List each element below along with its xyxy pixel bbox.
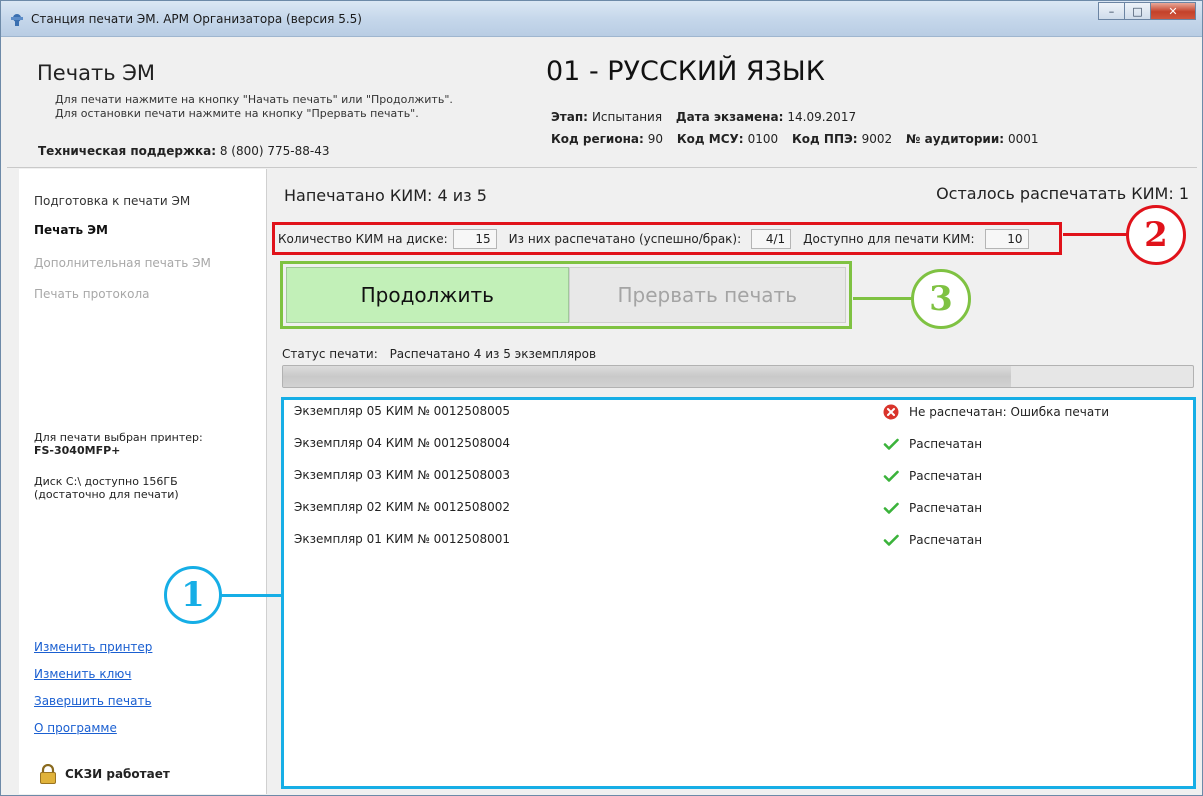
exam-date-label: Дата экзамена: [675, 110, 784, 124]
room-value: 0001 [1008, 132, 1039, 146]
copy-name: Экземпляр 03 КИМ № 0012508003 [294, 468, 510, 482]
copy-status: Распечатан [883, 500, 982, 516]
room-label: № аудитории: [905, 132, 1005, 146]
change-key-link[interactable]: Изменить ключ [34, 667, 131, 681]
copy-name: Экземпляр 05 КИМ № 0012508005 [294, 404, 510, 418]
print-progress-bar [282, 365, 1194, 388]
copy-name: Экземпляр 04 КИМ № 0012508004 [294, 436, 510, 450]
print-controls: Продолжить Прервать печать [280, 261, 852, 329]
exam-subject: 01 - РУССКИЙ ЯЗЫК [546, 56, 825, 87]
printed-counter-label: Из них распечатано (успешно/брак): [508, 231, 742, 246]
minimize-button[interactable]: – [1098, 2, 1125, 20]
copy-name: Экземпляр 01 КИМ № 0012508001 [294, 532, 510, 546]
disk-space: Диск C:\ доступно 156ГБ [34, 475, 178, 488]
copy-status-text: Распечатан [909, 469, 983, 483]
print-hint-line: Для остановки печати нажмите на кнопку "… [55, 107, 419, 120]
sidebar: Подготовка к печати ЭМ Печать ЭМ Дополни… [19, 169, 267, 794]
print-hint: Для печати нажмите на кнопку "Начать печ… [55, 93, 453, 121]
skzi-status: СКЗИ работает [39, 764, 170, 784]
progress-fill [283, 366, 1011, 387]
printed-count: Напечатано КИМ: 4 из 5 [284, 186, 487, 205]
ppe-value: 9002 [861, 132, 893, 146]
maximize-button[interactable]: □ [1124, 2, 1151, 20]
copy-status-text: Не распечатан: Ошибка печати [909, 405, 1110, 419]
copy-status: Распечатан [883, 532, 982, 548]
copy-status: Не распечатан: Ошибка печати [883, 404, 1109, 420]
stage-value: Испытания [591, 110, 663, 124]
region-field: Код региона: 90 [551, 132, 663, 146]
region-value: 90 [647, 132, 664, 146]
callout-3-leader [853, 297, 913, 300]
copy-status: Распечатан [883, 468, 982, 484]
support-info: Техническая поддержка: 8 (800) 775-88-43 [38, 144, 329, 158]
printed-counter-value: 4/1 [751, 228, 792, 249]
remaining-count: Осталось распечатать КИМ: 1 [936, 184, 1189, 203]
callout-1-leader [220, 594, 282, 597]
app-window: Станция печати ЭМ. АРМ Организатора (вер… [0, 0, 1203, 796]
printer-label: Для печати выбран принтер: [34, 431, 203, 444]
support-label: Техническая поддержка: [38, 144, 217, 158]
msu-value: 0100 [747, 132, 779, 146]
disk-info: Диск C:\ доступно 156ГБ (достаточно для … [34, 475, 254, 501]
msu-label: Код МСУ: [676, 132, 744, 146]
main-panel: Напечатано КИМ: 4 из 5 Осталось распечат… [268, 169, 1197, 794]
disk-sufficiency: (достаточно для печати) [34, 488, 179, 501]
window-controls: – □ ✕ [1098, 2, 1196, 20]
exam-date-value: 14.09.2017 [787, 110, 857, 124]
sidebar-item-extra-print: Дополнительная печать ЭМ [34, 256, 211, 270]
exam-meta-row: Этап: Испытания Дата экзамена: 14.09.2017 [551, 110, 856, 124]
callout-1: 1 [164, 566, 222, 624]
copy-status-text: Распечатан [909, 501, 983, 515]
title-bar: Станция печати ЭМ. АРМ Организатора (вер… [1, 1, 1202, 37]
print-status-value: Распечатано 4 из 5 экземпляров [389, 347, 597, 361]
page-title: Печать ЭМ [37, 61, 156, 85]
skzi-status-text: СКЗИ работает [65, 767, 170, 781]
header-panel: Печать ЭМ Для печати нажмите на кнопку "… [7, 46, 1197, 168]
copy-status: Распечатан [883, 436, 982, 452]
copy-status-text: Распечатан [909, 437, 983, 451]
copy-status-text: Распечатан [909, 533, 983, 547]
check-icon [883, 470, 899, 482]
finish-print-link[interactable]: Завершить печать [34, 694, 152, 708]
stage-label: Этап: [551, 110, 588, 124]
support-phone: 8 (800) 775-88-43 [219, 144, 330, 158]
ppe-label: Код ППЭ: [791, 132, 858, 146]
copy-name: Экземпляр 02 КИМ № 0012508002 [294, 500, 510, 514]
callout-2: 2 [1126, 205, 1186, 265]
exam-codes-row: Код региона: 90 Код МСУ: 0100 Код ППЭ: 9002… [551, 132, 1039, 146]
on-disk-value: 15 [452, 228, 497, 249]
change-printer-link[interactable]: Изменить принтер [34, 640, 152, 654]
check-icon [883, 502, 899, 514]
stage-field: Этап: Испытания [551, 110, 662, 124]
copies-list: Экземпляр 05 КИМ № 0012508005 Не распеча… [281, 397, 1196, 789]
exam-date-field: Дата экзамена: 14.09.2017 [676, 110, 856, 124]
kim-counters: Количество КИМ на диске: 15 Из них распе… [272, 222, 1062, 255]
error-icon [883, 404, 899, 420]
available-value: 10 [984, 228, 1029, 249]
sidebar-item-prepare[interactable]: Подготовка к печати ЭМ [34, 194, 190, 208]
ppe-field: Код ППЭ: 9002 [792, 132, 892, 146]
app-icon [11, 14, 23, 26]
print-hint-line: Для печати нажмите на кнопку "Начать печ… [55, 93, 453, 106]
print-status: Статус печати: Распечатано 4 из 5 экземп… [282, 347, 596, 361]
close-button[interactable]: ✕ [1150, 2, 1196, 20]
check-icon [883, 438, 899, 450]
callout-2-leader [1063, 233, 1128, 236]
lock-icon [40, 764, 56, 784]
print-status-label: Статус печати: [282, 347, 378, 361]
continue-button[interactable]: Продолжить [286, 267, 569, 323]
check-icon [883, 534, 899, 546]
callout-3: 3 [911, 269, 971, 329]
room-field: № аудитории: 0001 [906, 132, 1039, 146]
msu-field: Код МСУ: 0100 [677, 132, 778, 146]
printer-name: FS-3040MFP+ [34, 444, 121, 457]
region-label: Код региона: [551, 132, 644, 146]
window-title: Станция печати ЭМ. АРМ Организатора (вер… [31, 12, 362, 26]
about-link[interactable]: О программе [34, 721, 117, 735]
sidebar-item-print[interactable]: Печать ЭМ [34, 223, 108, 237]
sidebar-item-protocol: Печать протокола [34, 287, 150, 301]
available-label: Доступно для печати КИМ: [803, 231, 975, 246]
abort-print-button: Прервать печать [568, 267, 846, 323]
on-disk-label: Количество КИМ на диске: [278, 231, 448, 246]
